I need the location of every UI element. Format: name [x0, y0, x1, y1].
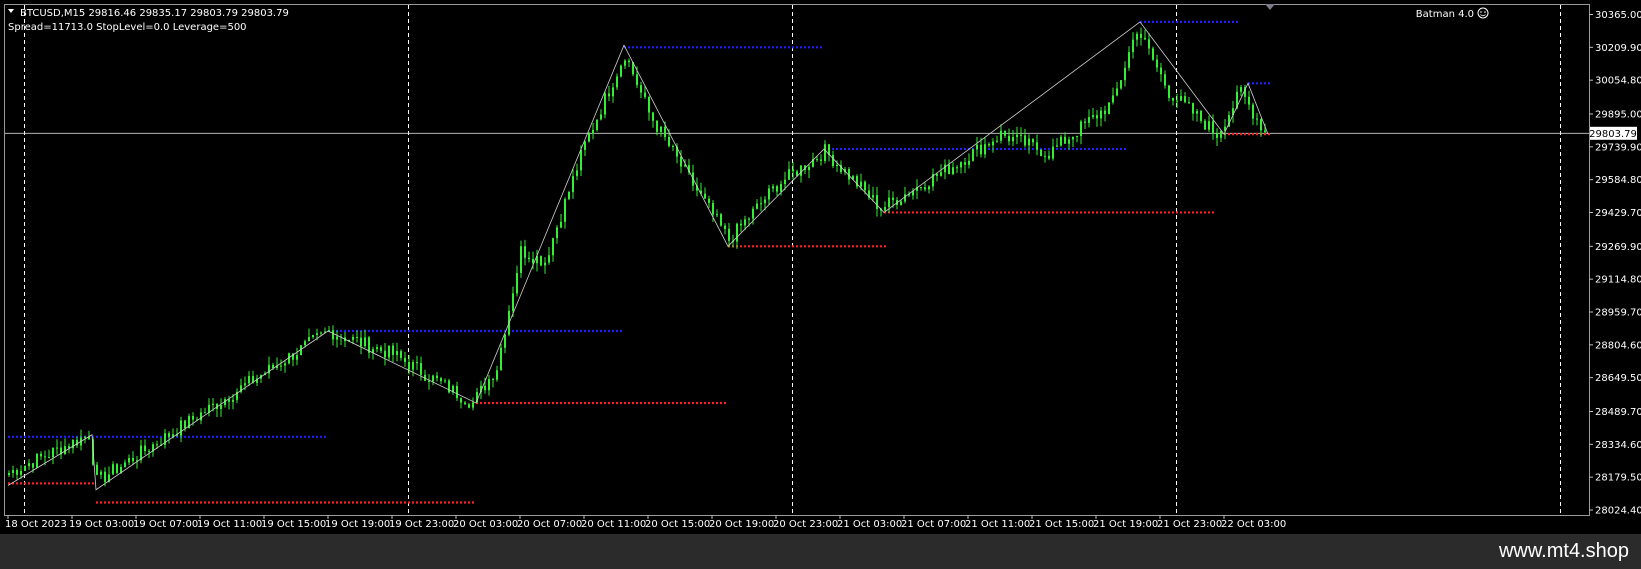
candle: [540, 255, 542, 267]
chart-background: [0, 0, 1641, 534]
price-tick-label: 28959.70: [1595, 307, 1641, 318]
candle: [36, 453, 38, 469]
current-price-marker: 29803.79: [1589, 126, 1637, 140]
price-tick-label: 28804.60: [1595, 340, 1641, 351]
time-tick-label: 19 Oct 19:00: [325, 519, 390, 530]
time-tick-label: 20 Oct 23:00: [773, 519, 838, 530]
time-tick-label: 21 Oct 11:00: [965, 519, 1030, 530]
candle: [1108, 102, 1110, 115]
candle: [1120, 79, 1122, 90]
time-tick-label: 21 Oct 19:00: [1093, 519, 1158, 530]
time-tick-label: 20 Oct 03:00: [453, 519, 518, 530]
symbol-line: BTCUSD,M15 29816.46 29835.17 29803.79 29…: [20, 8, 289, 19]
candle: [568, 190, 570, 201]
svg-text:29803.79: 29803.79: [1589, 129, 1637, 140]
price-tick-label: 30054.80: [1595, 76, 1641, 87]
candle: [620, 64, 622, 78]
time-tick-label: 20 Oct 19:00: [709, 519, 774, 530]
candle: [1040, 149, 1042, 157]
price-tick-label: 29739.90: [1595, 142, 1641, 153]
time-tick-label: 19 Oct 07:00: [133, 519, 198, 530]
price-tick-label: 28179.50: [1595, 473, 1641, 484]
price-tick-label: 29584.80: [1595, 175, 1641, 186]
price-tick-label: 28024.40: [1595, 506, 1641, 517]
price-tick-label: 29114.80: [1595, 275, 1641, 286]
time-tick-label: 21 Oct 03:00: [837, 519, 902, 530]
price-tick-label: 28334.60: [1595, 440, 1641, 451]
candle: [116, 462, 118, 475]
time-tick-label: 21 Oct 15:00: [1029, 519, 1094, 530]
candle: [520, 240, 522, 278]
price-tick-label: 29269.90: [1595, 242, 1641, 253]
candle: [24, 465, 26, 471]
candle: [596, 119, 598, 132]
candle: [972, 148, 974, 162]
time-tick-label: 20 Oct 11:00: [581, 519, 646, 530]
time-tick-label: 18 Oct 2023: [5, 519, 67, 530]
price-chart[interactable]: 30365.00 30209.90 30054.80 29895.00 29739.90…: [0, 0, 1641, 534]
chart-window[interactable]: 30365.00 30209.90 30054.80 29895.00 29739.90…: [0, 0, 1641, 534]
time-tick-label: 21 Oct 23:00: [1157, 519, 1222, 530]
time-tick-label: 19 Oct 15:00: [261, 519, 326, 530]
site-watermark: www.mt4.shop: [1498, 540, 1629, 562]
price-tick-label: 29895.00: [1595, 109, 1641, 120]
candle: [448, 379, 450, 394]
price-tick-label: 28489.70: [1595, 407, 1641, 418]
candle: [1152, 46, 1154, 61]
price-tick-label: 30365.00: [1595, 10, 1641, 21]
price-tick-label: 29429.70: [1595, 208, 1641, 219]
time-tick-label: 20 Oct 07:00: [517, 519, 582, 530]
time-tick-label: 19 Oct 03:00: [69, 519, 134, 530]
time-tick-label: 19 Oct 23:00: [389, 519, 454, 530]
indicator-name: Batman 4.0: [1416, 9, 1474, 20]
price-tick-label: 28649.50: [1595, 373, 1641, 384]
time-tick-label: 20 Oct 15:00: [645, 519, 710, 530]
account-info-line: Spread=11713.0 StopLevel=0.0 Leverage=50…: [8, 22, 247, 33]
price-tick-label: 30209.90: [1595, 43, 1641, 54]
time-tick-label: 21 Oct 07:00: [901, 519, 966, 530]
candle: [588, 132, 590, 143]
time-tick-label: 19 Oct 11:00: [197, 519, 262, 530]
candle: [720, 212, 722, 227]
candle: [604, 90, 606, 119]
time-tick-label: 22 Oct 03:00: [1221, 519, 1286, 530]
